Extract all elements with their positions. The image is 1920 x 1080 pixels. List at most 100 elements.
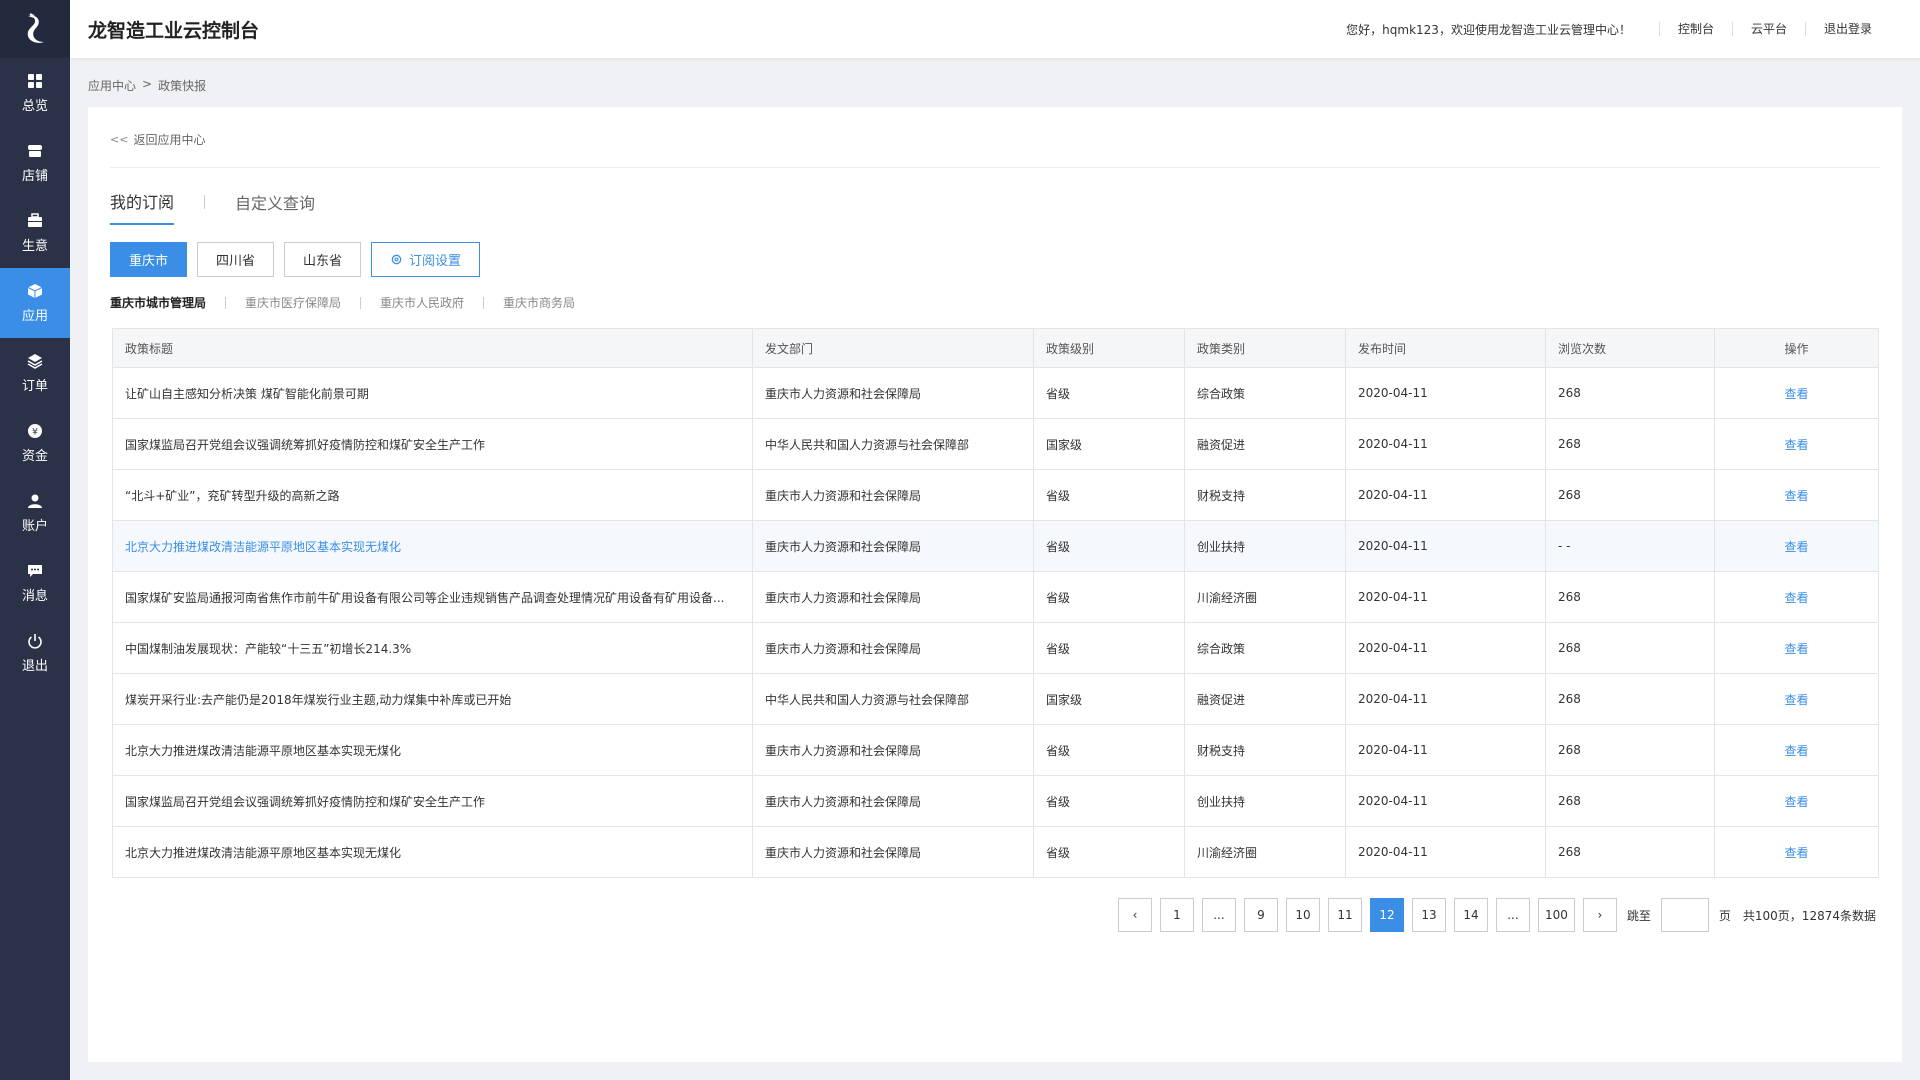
dragon-logo-icon	[27, 13, 44, 43]
view-link[interactable]: 查看	[1784, 438, 1808, 452]
table-cell: 查看	[1714, 826, 1879, 878]
table-row: 让矿山自主感知分析决策 煤矿智能化前景可期 重庆市人力资源和社会保障局 省级 综合政策…	[112, 367, 1879, 419]
sidebar-item[interactable]: 退出	[0, 618, 70, 688]
svg-text:¥: ¥	[32, 428, 38, 438]
policy-title-cell[interactable]: 北京大力推进煤改清洁能源平原地区基本实现无煤化	[112, 724, 753, 776]
view-link[interactable]: 查看	[1784, 591, 1808, 605]
view-link[interactable]: 查看	[1784, 846, 1808, 860]
view-link[interactable]: 查看	[1784, 387, 1808, 401]
table-cell: 查看	[1714, 622, 1879, 674]
view-link[interactable]: 查看	[1784, 642, 1808, 656]
dept-separator	[225, 296, 227, 309]
table-row: 国家煤监局召开党组会议强调统筹抓好疫情防控和煤矿安全生产工作 中华人民共和国人力资…	[112, 418, 1879, 470]
view-link[interactable]: 查看	[1784, 540, 1808, 554]
page-button[interactable]: 100	[1537, 898, 1575, 932]
table-row: 北京大力推进煤改清洁能源平原地区基本实现无煤化 重庆市人力资源和社会保障局 省级 川渝…	[112, 826, 1879, 878]
back-link[interactable]: << 返回应用中心	[110, 131, 205, 148]
view-link[interactable]: 查看	[1784, 489, 1808, 503]
logo[interactable]	[0, 0, 70, 58]
region-button-chongqing[interactable]: 重庆市	[110, 242, 188, 277]
prev-page-button[interactable]: ‹	[1117, 898, 1152, 932]
table-cell: 查看	[1714, 775, 1879, 827]
pagination: ‹ 1... 9 10 11 12 13 14... 100 › 跳至 页 共100页，128…	[1117, 898, 1878, 932]
table-cell: 省级	[1033, 367, 1185, 419]
policy-title-cell[interactable]: 让矿山自主感知分析决策 煤矿智能化前景可期	[112, 367, 753, 419]
policy-title-cell[interactable]: 中国煤制油发展现状：产能较“十三五”初增长214.3%	[112, 622, 753, 674]
policy-title-cell[interactable]: 国家煤监局召开党组会议强调统筹抓好疫情防控和煤矿安全生产工作	[112, 775, 753, 827]
policy-title-cell[interactable]: 煤炭开采行业:去产能仍是2018年煤炭行业主题,动力煤集中补库或已开始	[112, 673, 753, 725]
table-cell: 省级	[1033, 469, 1185, 521]
page-button[interactable]: 10	[1285, 898, 1320, 932]
table-cell: 川渝经济圈	[1184, 571, 1346, 623]
subscribe-setting-button[interactable]: 订阅设置	[371, 242, 481, 277]
table-row: 煤炭开采行业:去产能仍是2018年煤炭行业主题,动力煤集中补库或已开始 中华人民共…	[112, 673, 1879, 725]
policy-title-cell[interactable]: 北京大力推进煤改清洁能源平原地区基本实现无煤化	[112, 520, 753, 572]
dept-item[interactable]: 重庆市医疗保障局	[245, 294, 341, 311]
cloud-platform-link[interactable]: 云平台	[1731, 22, 1805, 36]
layers-icon	[26, 352, 44, 370]
sidebar-item[interactable]: 账户	[0, 478, 70, 548]
table-cell: 财税支持	[1184, 469, 1346, 521]
logout-link[interactable]: 退出登录	[1804, 22, 1890, 36]
table-cell: 查看	[1714, 367, 1879, 419]
table-cell: 创业扶持	[1184, 520, 1346, 572]
message-icon	[26, 562, 44, 580]
back-label: 返回应用中心	[133, 133, 206, 147]
table-cell: 中华人民共和国人力资源与社会保障部	[752, 418, 1034, 470]
page-button[interactable]: 14	[1453, 898, 1488, 932]
page-button[interactable]: 9	[1243, 898, 1278, 932]
sidebar-item-label: 资金	[21, 449, 48, 464]
dept-item[interactable]: 重庆市商务局	[503, 294, 575, 311]
grid-icon	[26, 72, 44, 90]
welcome-text: 您好，hqmk123，欢迎使用龙智造工业云管理中心！	[1346, 22, 1631, 37]
table-cell: 创业扶持	[1184, 775, 1346, 827]
dept-item[interactable]: 重庆市城市管理局	[110, 294, 206, 311]
region-button-sichuan[interactable]: 四川省	[197, 242, 275, 277]
page-button[interactable]: 1	[1159, 898, 1194, 932]
sidebar-item[interactable]: 生意	[0, 198, 70, 268]
store-icon	[26, 142, 44, 160]
double-chevron-left-icon: <<	[110, 133, 129, 146]
region-button-shandong[interactable]: 山东省	[284, 242, 362, 277]
tab-my-subscription[interactable]: 我的订阅	[110, 189, 175, 225]
top-header: 龙智造工业云控制台 您好，hqmk123，欢迎使用龙智造工业云管理中心！ 控制台…	[70, 0, 1920, 58]
policy-title-cell[interactable]: 北京大力推进煤改清洁能源平原地区基本实现无煤化	[112, 826, 753, 878]
policy-title-cell[interactable]: 国家煤监局召开党组会议强调统筹抓好疫情防控和煤矿安全生产工作	[112, 418, 753, 470]
policy-title-cell[interactable]: “北斗+矿业”，兖矿转型升级的高新之路	[112, 469, 753, 521]
page-button[interactable]: 11	[1327, 898, 1362, 932]
tab-custom-query[interactable]: 自定义查询	[235, 190, 315, 224]
table-cell: 综合政策	[1184, 622, 1346, 674]
dept-item[interactable]: 重庆市人民政府	[380, 294, 464, 311]
breadcrumb-parent[interactable]: 应用中心	[88, 77, 136, 94]
page-button[interactable]: 12	[1369, 898, 1404, 932]
console-link[interactable]: 控制台	[1658, 22, 1732, 36]
page-ellipsis: ...	[1495, 898, 1530, 932]
view-link[interactable]: 查看	[1784, 744, 1808, 758]
main-panel: << 返回应用中心 我的订阅 自定义查询 重庆市 四川省 山东省 订阅设置 重庆…	[88, 107, 1902, 1062]
table-cell: 省级	[1033, 724, 1185, 776]
chevron-left-icon: ‹	[1132, 908, 1138, 922]
sidebar-item[interactable]: 店铺	[0, 128, 70, 198]
view-link[interactable]: 查看	[1784, 693, 1808, 707]
policy-table: 政策标题 发文部门 政策级别 政策类别 发布时间 浏览次数 操作 让矿山自主感知…	[112, 328, 1879, 878]
table-row: “北斗+矿业”，兖矿转型升级的高新之路 重庆市人力资源和社会保障局 省级 财税支持 20…	[112, 469, 1879, 521]
chevron-right-icon: ›	[1597, 908, 1603, 922]
table-cell: 重庆市人力资源和社会保障局	[752, 520, 1034, 572]
jump-page-input[interactable]	[1660, 898, 1709, 932]
sidebar-item[interactable]: 总览	[0, 58, 70, 128]
table-row: 北京大力推进煤改清洁能源平原地区基本实现无煤化 重庆市人力资源和社会保障局 省级 创业…	[112, 520, 1879, 572]
table-cell: 268	[1545, 673, 1715, 725]
page-button[interactable]: 13	[1411, 898, 1446, 932]
sidebar-item[interactable]: 应用	[0, 268, 70, 338]
sidebar-item[interactable]: 订单	[0, 338, 70, 408]
table-cell: 融资促进	[1184, 673, 1346, 725]
sidebar: 总览店铺 生意 应用 订单 ¥ 资金账户 消息 退出	[0, 0, 70, 1080]
table-cell: 268	[1545, 418, 1715, 470]
table-cell: 268	[1545, 469, 1715, 521]
sidebar-item[interactable]: 消息	[0, 548, 70, 618]
policy-title-cell[interactable]: 国家煤矿安监局通报河南省焦作市前牛矿用设备有限公司等企业违规销售产品调查处理情况…	[112, 571, 753, 623]
next-page-button[interactable]: ›	[1582, 898, 1617, 932]
sidebar-item-label: 总览	[21, 99, 48, 114]
view-link[interactable]: 查看	[1784, 795, 1808, 809]
sidebar-item[interactable]: ¥ 资金	[0, 408, 70, 478]
